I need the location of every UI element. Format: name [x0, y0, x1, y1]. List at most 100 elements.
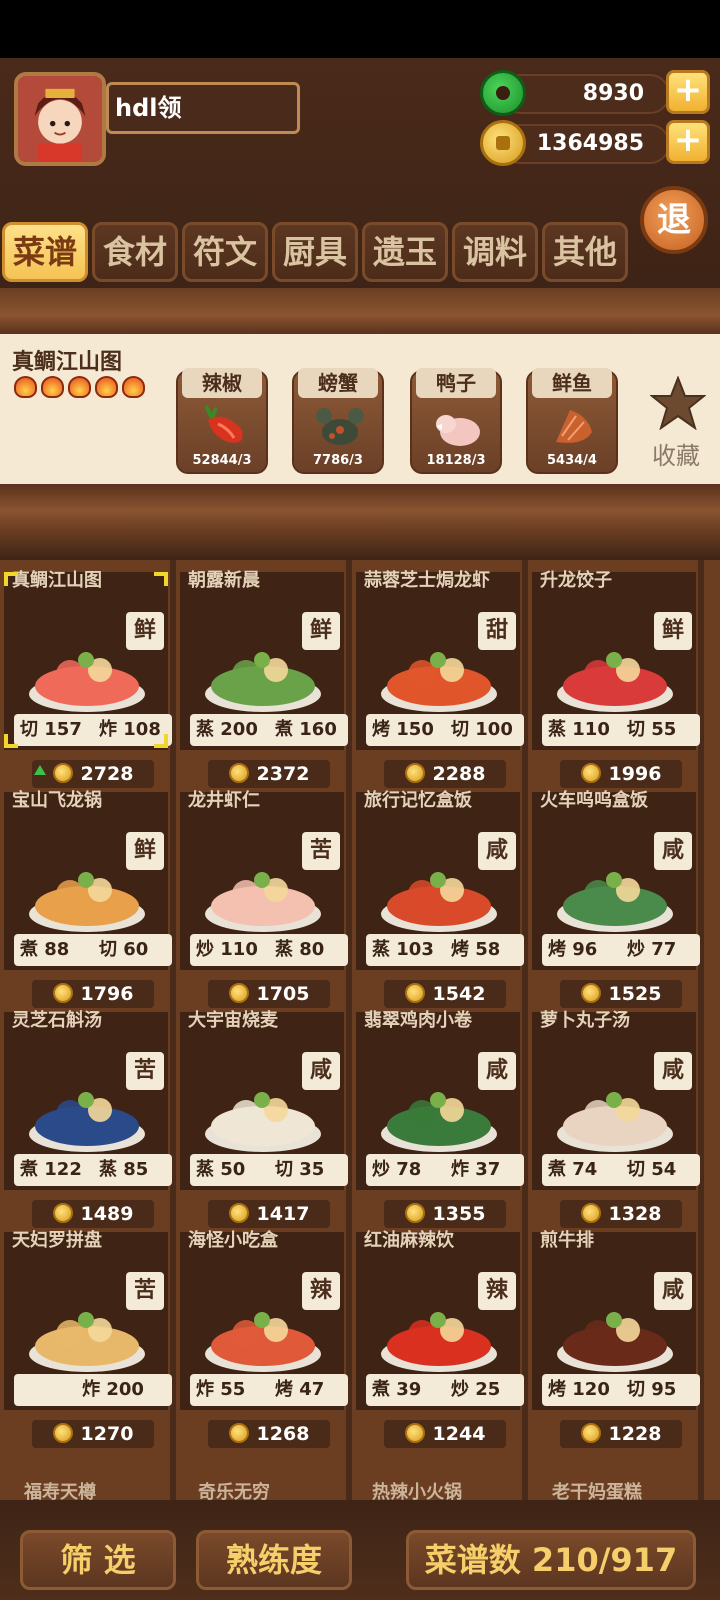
coin-icon: [480, 120, 526, 166]
skill-requirements: 蒸 103 烤 58: [366, 934, 524, 966]
skill-requirements: 烤 120 切 95: [542, 1374, 700, 1406]
recipe-price: 1796: [32, 980, 154, 1008]
skill-requirement: 蒸 85: [99, 1159, 149, 1180]
duck-icon: [436, 415, 480, 446]
flame-icon: [95, 376, 118, 398]
recipe-card[interactable]: 灵芝石斛汤苦煮 122 蒸 85 1489: [4, 1010, 172, 1228]
proficiency-button[interactable]: 熟练度: [196, 1530, 352, 1590]
flavor-badge: 鲜: [126, 612, 164, 650]
recipe-card[interactable]: 朝露新晨鲜蒸 200 煮 160 2372: [180, 570, 348, 788]
recipe-price: 2288: [384, 760, 506, 788]
recipe-name: 灵芝石斛汤: [12, 1010, 102, 1031]
ingredient-count: 7786/3: [313, 453, 363, 468]
skill-requirement: 蒸 50: [196, 1159, 246, 1180]
recipe-card[interactable]: 萝卜丸子汤咸煮 74 切 54 1328: [532, 1012, 700, 1228]
recipe-price: 2728: [32, 760, 154, 788]
ingredient-name: 鲜鱼: [532, 368, 612, 398]
coin-icon: [580, 1423, 601, 1443]
skill-requirement: 蒸 200: [196, 719, 258, 740]
recipe-card[interactable]: 大宇宙烧麦咸蒸 50 切 35 1417: [180, 1012, 348, 1228]
skill-requirement: 切 95: [627, 1379, 677, 1400]
ingredient-slot[interactable]: 辣椒 52844/3: [176, 368, 268, 474]
favorite-star-icon[interactable]: [650, 376, 706, 430]
flavor-badge: 咸: [478, 1052, 516, 1090]
coin-icon: [228, 983, 249, 1003]
price-value: 1489: [80, 1203, 134, 1225]
price-value: 1796: [80, 983, 134, 1005]
skill-requirements: 煮 39 炒 25: [366, 1374, 524, 1406]
recipe-card[interactable]: 蒜蓉芝士焗龙虾甜烤 150 切 100 2288: [356, 572, 524, 788]
price-value: 1417: [256, 1203, 310, 1225]
flavor-badge: 辣: [478, 1272, 516, 1310]
skill-requirement: 切 157: [20, 719, 82, 740]
recipe-name: 煎牛排: [540, 1230, 594, 1251]
ingredient-slot[interactable]: 鸭子 18128/3: [410, 368, 502, 474]
recipe-name: 旅行记忆盒饭: [364, 790, 472, 811]
recipe-card[interactable]: 火车呜呜盒饭咸烤 96 炒 77 1525: [532, 792, 700, 1008]
recipe-card[interactable]: 真鲷江山图鲜切 157 炸 108 2728: [4, 572, 172, 788]
skill-requirement: 切 54: [627, 1159, 677, 1180]
tab-relic-jade[interactable]: 遗玉: [362, 222, 448, 282]
ingredient-slot[interactable]: 鲜鱼 5434/4: [526, 368, 618, 474]
recipe-card[interactable]: 升龙饺子鲜蒸 110 切 55 1996: [532, 570, 700, 788]
category-tabs: 菜谱 食材 符文 厨具 遗玉 调料 其他: [0, 222, 640, 286]
tab-utensils[interactable]: 厨具: [272, 222, 358, 282]
recipe-price: 1328: [560, 1200, 682, 1228]
tab-ingredients[interactable]: 食材: [92, 222, 178, 282]
shelf-decoration: [0, 288, 720, 334]
selection-corner: [154, 734, 168, 748]
flavor-badge: 咸: [302, 1052, 340, 1090]
flavor-badge: 咸: [654, 1272, 692, 1310]
upgrade-arrow-icon: [34, 765, 46, 775]
tab-seasonings[interactable]: 调料: [452, 222, 538, 282]
recipe-card[interactable]: 煎牛排咸烤 120 切 95 1228: [532, 1230, 700, 1448]
filter-button[interactable]: 筛 选: [20, 1530, 176, 1590]
ingredient-slot[interactable]: 螃蟹 7786/3: [292, 368, 384, 474]
ingredient-count: 52844/3: [192, 453, 252, 468]
flame-icon: [41, 376, 64, 398]
price-value: 2288: [432, 763, 486, 785]
favorite-label[interactable]: 收藏: [652, 436, 700, 471]
recipe-card[interactable]: 龙井虾仁苦炒 110 蒸 80 1705: [180, 790, 348, 1008]
recipe-name: 宝山飞龙锅: [12, 790, 102, 811]
add-jade-button[interactable]: +: [666, 70, 710, 114]
recipe-card[interactable]: 翡翠鸡肉小卷咸炒 78 炸 37 1355: [356, 1012, 524, 1228]
skill-requirement: 切 100: [451, 719, 513, 740]
add-coins-button[interactable]: +: [666, 120, 710, 164]
flavor-badge: 鲜: [126, 832, 164, 870]
coin-icon: [228, 1423, 249, 1443]
recipe-card[interactable]: 宝山飞龙锅鲜煮 88 切 60 1796: [4, 790, 172, 1008]
recipe-card[interactable]: 天妇罗拼盘苦炸 200 1270: [4, 1230, 172, 1448]
skill-requirements: 炸 200: [14, 1374, 172, 1406]
recipe-card[interactable]: 红油麻辣饮辣煮 39 炒 25 1244: [356, 1232, 524, 1448]
fish-icon: [556, 410, 592, 443]
recipe-count-button[interactable]: 菜谱数 210/917: [406, 1530, 696, 1590]
skill-requirement: 烤 47: [275, 1379, 325, 1400]
price-value: 2372: [256, 763, 310, 785]
jade-icon: [480, 70, 526, 116]
tab-runes[interactable]: 符文: [182, 222, 268, 282]
skill-requirement: 烤 96: [548, 939, 598, 960]
recipe-name: 升龙饺子: [540, 570, 612, 591]
coin-icon: [228, 763, 249, 783]
skill-requirement: 煮 88: [20, 939, 70, 960]
player-avatar[interactable]: [14, 72, 106, 166]
recipe-name: 龙井虾仁: [188, 790, 260, 811]
skill-requirements: 煮 74 切 54: [542, 1154, 700, 1186]
tab-recipes[interactable]: 菜谱: [2, 222, 88, 282]
price-value: 2728: [80, 763, 134, 785]
recipe-card[interactable]: 旅行记忆盒饭咸蒸 103 烤 58 1542: [356, 790, 524, 1008]
flavor-badge: 咸: [478, 832, 516, 870]
flavor-badge: 辣: [302, 1272, 340, 1310]
recipe-card[interactable]: 海怪小吃盒辣炸 55 烤 47 1268: [180, 1232, 348, 1448]
coin-icon: [52, 983, 73, 1003]
coin-icon: [580, 983, 601, 1003]
exit-button[interactable]: 退: [640, 186, 708, 254]
skill-requirement: 煮 160: [275, 719, 337, 740]
selection-corner: [4, 734, 18, 748]
recipe-name: 朝露新晨: [188, 570, 260, 591]
recipe-name: 天妇罗拼盘: [12, 1230, 102, 1251]
skill-requirements: 切 157 炸 108: [14, 714, 172, 746]
tab-other[interactable]: 其他: [542, 222, 628, 282]
flavor-badge: 苦: [126, 1052, 164, 1090]
